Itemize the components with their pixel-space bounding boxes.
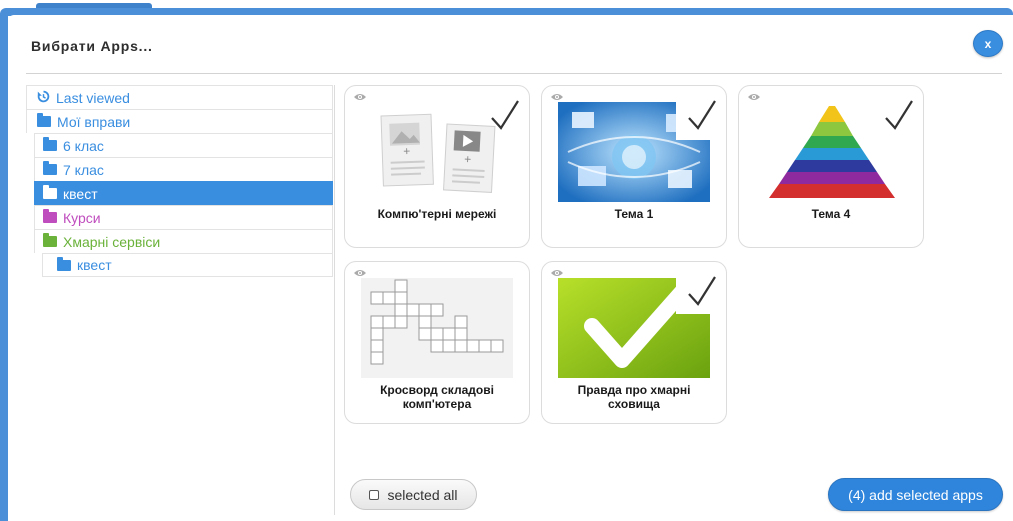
folder-icon — [43, 233, 57, 247]
folder-icon — [37, 113, 51, 127]
tree-item-label: 6 клас — [63, 137, 104, 154]
tree-item-label: квест — [63, 185, 98, 202]
tree-item-my-exercises[interactable]: Мої вправи — [26, 109, 333, 133]
app-card-title: Компю'терні мережі — [377, 207, 497, 221]
selected-check-icon — [688, 276, 716, 306]
svg-text:+: + — [403, 144, 410, 158]
selected-check-icon — [688, 100, 716, 130]
folder-tree: Last viewed Мої вправи 6 клас 7 клас кве… — [26, 85, 333, 277]
close-button[interactable]: x — [973, 30, 1003, 57]
dialog-title: Вибрати Apps... — [31, 38, 153, 54]
select-all-button[interactable]: selected all — [350, 479, 477, 510]
tree-item-courses[interactable]: Курси — [34, 205, 333, 229]
panel-divider — [334, 85, 335, 515]
folder-icon — [43, 209, 57, 223]
app-card-title: Кросворд складові комп'ютера — [380, 383, 494, 411]
app-card[interactable]: Кросворд складові комп'ютера — [344, 261, 530, 424]
app-card-title: Тема 4 — [811, 207, 851, 221]
tree-item-label: Курси — [63, 209, 101, 226]
preview-eye-icon[interactable] — [550, 92, 564, 102]
folder-icon — [43, 137, 57, 151]
tree-item-label: Last viewed — [56, 89, 130, 106]
add-selected-apps-button[interactable]: (4) add selected apps — [828, 478, 1003, 511]
tree-item-6-class[interactable]: 6 клас — [34, 133, 333, 157]
svg-text:+: + — [464, 152, 472, 166]
selected-check-icon — [491, 100, 519, 130]
tree-item-7-class[interactable]: 7 клас — [34, 157, 333, 181]
preview-eye-icon[interactable] — [550, 268, 564, 278]
select-all-label: selected all — [387, 486, 458, 503]
tree-item-label: 7 клас — [63, 161, 104, 178]
tree-item-label: квест — [77, 257, 112, 273]
preview-eye-icon[interactable] — [747, 92, 761, 102]
folder-icon — [43, 161, 57, 175]
app-card-title: Правда про хмарні сховища — [577, 383, 691, 411]
tree-item-quest-selected[interactable]: квест — [34, 181, 333, 205]
folder-icon — [43, 185, 57, 199]
tree-item-label: Хмарні сервіси — [63, 233, 161, 250]
crossword-image — [361, 278, 513, 378]
app-card[interactable]: Тема 4 — [738, 85, 924, 248]
preview-eye-icon[interactable] — [353, 268, 367, 278]
tree-item-cloud-services[interactable]: Хмарні сервіси — [34, 229, 333, 253]
app-card-title: Тема 1 — [614, 207, 654, 221]
app-picker-dialog: Вибрати Apps... x Last viewed Мої вправи… — [8, 15, 1013, 521]
window-frame-left — [0, 10, 8, 521]
selected-check-icon — [885, 100, 913, 130]
checkbox-icon — [369, 489, 380, 500]
app-card[interactable]: Тема 1 — [541, 85, 727, 248]
preview-eye-icon[interactable] — [353, 92, 367, 102]
header-divider — [26, 73, 1002, 74]
history-icon — [37, 90, 50, 106]
app-card[interactable]: Правда про хмарні сховища — [541, 261, 727, 424]
tree-item-quest-sub[interactable]: квест — [42, 253, 333, 277]
folder-icon — [57, 256, 71, 271]
app-card[interactable]: + + Компю'терні мережі — [344, 85, 530, 248]
tree-item-label: Мої вправи — [57, 113, 131, 130]
tree-item-last-viewed[interactable]: Last viewed — [26, 85, 333, 109]
